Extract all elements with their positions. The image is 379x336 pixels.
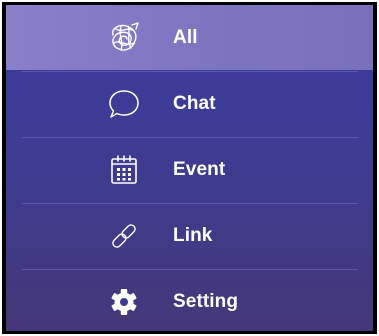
- menu-item-label-chat: Chat: [173, 93, 216, 114]
- chain-link-icon: [107, 219, 141, 253]
- menu-item-link[interactable]: Link: [6, 203, 373, 268]
- menu-item-event[interactable]: Event: [6, 137, 373, 202]
- menu-item-label-link: Link: [173, 225, 213, 246]
- menu-item-setting[interactable]: Setting: [6, 269, 373, 331]
- doodle-ball-icon: [107, 21, 141, 55]
- divider: [22, 71, 358, 72]
- gear-icon: [107, 285, 141, 319]
- calendar-icon: [107, 153, 141, 187]
- divider: [22, 203, 358, 204]
- speech-bubble-icon: [107, 87, 141, 121]
- menu-item-all[interactable]: All: [6, 5, 373, 70]
- menu-item-chat[interactable]: Chat: [6, 71, 373, 136]
- menu-item-label-setting: Setting: [173, 291, 239, 312]
- menu-item-label-event: Event: [173, 159, 226, 180]
- divider: [22, 137, 358, 138]
- divider: [22, 269, 358, 270]
- menu-item-label-all: All: [173, 27, 198, 48]
- navigation-menu: All Chat Event Link Setting: [6, 5, 373, 331]
